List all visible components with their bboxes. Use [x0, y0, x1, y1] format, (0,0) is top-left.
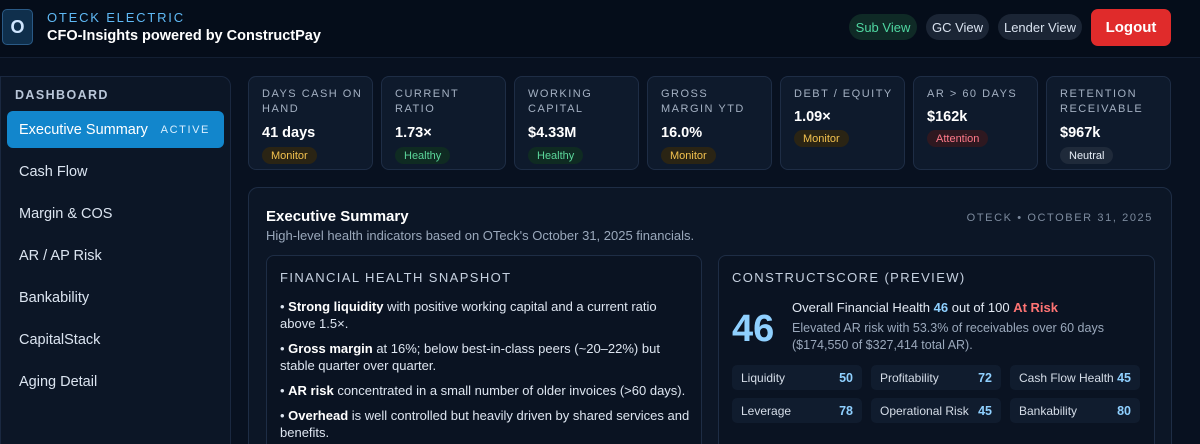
- metric-value: 72: [978, 370, 992, 385]
- kpi-card-days-cash: DAYS CASH ON HAND 41 days Monitor: [248, 76, 373, 170]
- sidebar-item-label: Cash Flow: [19, 163, 88, 180]
- bullet-title: Overhead: [288, 408, 349, 423]
- sidebar: DASHBOARD Executive Summary ACTIVE Cash …: [0, 76, 231, 444]
- kpi-card-gross-margin: GROSS MARGIN YTD 16.0% Monitor: [647, 76, 772, 170]
- list-item: • Strong liquidity with positive working…: [280, 299, 657, 331]
- card-heading: FINANCIAL HEALTH SNAPSHOT: [280, 270, 512, 285]
- kpi-label: DAYS CASH ON HAND: [262, 88, 363, 115]
- constructscore-card: CONSTRUCTSCORE (PREVIEW) 46 Overall Fina…: [718, 255, 1155, 444]
- sidebar-item-label: CapitalStack: [19, 331, 101, 348]
- score-summary-number: 46: [933, 300, 949, 315]
- list-item: • Gross margin at 16%; below best-in-cla…: [280, 341, 660, 373]
- metric-value: 45: [1117, 370, 1131, 385]
- sidebar-item-aging-detail[interactable]: Aging Detail: [7, 363, 224, 400]
- constructscore-value: 46: [732, 308, 775, 350]
- metric-label: Leverage: [741, 403, 792, 418]
- status-badge: Attention: [927, 130, 989, 147]
- score-summary-prefix: Overall Financial Health: [792, 300, 931, 315]
- kpi-card-ar-60-days: AR > 60 DAYS $162k Attention: [913, 76, 1038, 170]
- status-badge: Monitor: [794, 130, 849, 147]
- bullet-title: Gross margin: [288, 341, 373, 356]
- sidebar-item-bankability[interactable]: Bankability: [7, 279, 224, 316]
- status-badge: Neutral: [1060, 147, 1114, 164]
- status-badge: Monitor: [661, 147, 716, 164]
- score-summary-mid: out of 100: [951, 300, 1010, 315]
- executive-summary-panel: Executive Summary High-level health indi…: [248, 187, 1172, 444]
- sidebar-item-executive-summary[interactable]: Executive Summary ACTIVE: [7, 111, 224, 148]
- score-detail: Elevated AR risk with 53.3% of receivabl…: [792, 321, 1104, 352]
- sidebar-item-label: Aging Detail: [19, 373, 98, 390]
- snapshot-list: • Strong liquidity with positive working…: [280, 298, 690, 444]
- metric-profitability: Profitability 72: [871, 365, 1001, 390]
- kpi-label: DEBT / EQUITY: [794, 88, 893, 100]
- sidebar-item-label: Margin & COS: [19, 205, 113, 222]
- kpi-value: $967k: [1060, 125, 1101, 141]
- page-title: Executive Summary: [266, 208, 409, 225]
- metric-label: Bankability: [1019, 403, 1078, 418]
- company-logo: O: [2, 9, 33, 45]
- status-badge: Healthy: [528, 147, 584, 164]
- kpi-value: 16.0%: [661, 125, 703, 141]
- kpi-label: CURRENT RATIO: [395, 88, 460, 115]
- metric-value: 80: [1117, 403, 1131, 418]
- metric-bankability: Bankability 80: [1010, 398, 1140, 423]
- kpi-label: RETENTION RECEIVABLE: [1060, 88, 1144, 115]
- metric-label: Operational Risk: [880, 403, 969, 418]
- kpi-value: 1.09×: [794, 109, 831, 125]
- list-item: • AR risk concentrated in a small number…: [280, 383, 686, 398]
- active-badge: ACTIVE: [160, 123, 210, 136]
- kpi-card-retention-receivable: RETENTION RECEIVABLE $967k Neutral: [1046, 76, 1171, 170]
- kpi-label: GROSS MARGIN YTD: [661, 88, 745, 115]
- bullet-title: AR risk: [288, 383, 334, 398]
- metric-operational-risk: Operational Risk 45: [871, 398, 1001, 423]
- sidebar-item-label: AR / AP Risk: [19, 247, 102, 264]
- kpi-value: $162k: [927, 109, 968, 125]
- bullet-title: Strong liquidity: [288, 299, 384, 314]
- metric-value: 45: [978, 403, 992, 418]
- metric-label: Profitability: [880, 370, 939, 385]
- kpi-card-debt-equity: DEBT / EQUITY 1.09× Monitor: [780, 76, 905, 170]
- financial-health-snapshot-card: FINANCIAL HEALTH SNAPSHOT • Strong liqui…: [266, 255, 702, 444]
- bullet-text: concentrated in a small number of older …: [333, 383, 686, 398]
- sidebar-item-ar-ap-risk[interactable]: AR / AP Risk: [7, 237, 224, 274]
- metric-cash-flow-health: Cash Flow Health 45: [1010, 365, 1140, 390]
- kpi-card-working-capital: WORKING CAPITAL $4.33M Healthy: [514, 76, 639, 170]
- kpi-value: 41 days: [262, 125, 316, 141]
- card-heading: CONSTRUCTSCORE (PREVIEW): [732, 270, 966, 285]
- kpi-card-current-ratio: CURRENT RATIO 1.73× Healthy: [381, 76, 506, 170]
- company-name: OTECK ELECTRIC: [47, 10, 185, 25]
- kpi-label: WORKING CAPITAL: [528, 88, 593, 115]
- sidebar-item-margin-cos[interactable]: Margin & COS: [7, 195, 224, 232]
- sidebar-heading: DASHBOARD: [15, 88, 109, 102]
- logout-button[interactable]: Logout: [1091, 9, 1171, 46]
- kpi-value: 1.73×: [395, 125, 432, 141]
- metric-label: Liquidity: [741, 370, 786, 385]
- list-item: • Overhead is well controlled but heavil…: [280, 408, 690, 440]
- metric-liquidity: Liquidity 50: [732, 365, 862, 390]
- status-badge: Healthy: [395, 147, 451, 164]
- lender-view-button[interactable]: Lender View: [998, 14, 1082, 40]
- metric-value: 78: [839, 403, 853, 418]
- kpi-label: AR > 60 DAYS: [927, 88, 1018, 100]
- page-subtitle: High-level health indicators based on OT…: [266, 228, 695, 243]
- risk-label: At Risk: [1013, 300, 1058, 315]
- gc-view-button[interactable]: GC View: [926, 14, 989, 40]
- kpi-value: $4.33M: [528, 125, 577, 141]
- sidebar-item-capitalstack[interactable]: CapitalStack: [7, 321, 224, 358]
- score-summary: Overall Financial Health 46 out of 100 A…: [792, 300, 1058, 315]
- report-date: OTECK • OCTOBER 31, 2025: [966, 212, 1153, 224]
- metric-label: Cash Flow Health: [1019, 370, 1114, 385]
- status-badge: Monitor: [262, 147, 317, 164]
- sidebar-item-label: Executive Summary: [19, 121, 148, 138]
- sidebar-item-cash-flow[interactable]: Cash Flow: [7, 153, 224, 190]
- app-tagline: CFO-Insights powered by ConstructPay: [47, 28, 321, 44]
- sub-view-button[interactable]: Sub View: [849, 14, 917, 40]
- top-bar: O OTECK ELECTRIC CFO-Insights powered by…: [0, 0, 1200, 58]
- metric-leverage: Leverage 78: [732, 398, 862, 423]
- sidebar-item-label: Bankability: [19, 289, 90, 306]
- metric-value: 50: [839, 370, 853, 385]
